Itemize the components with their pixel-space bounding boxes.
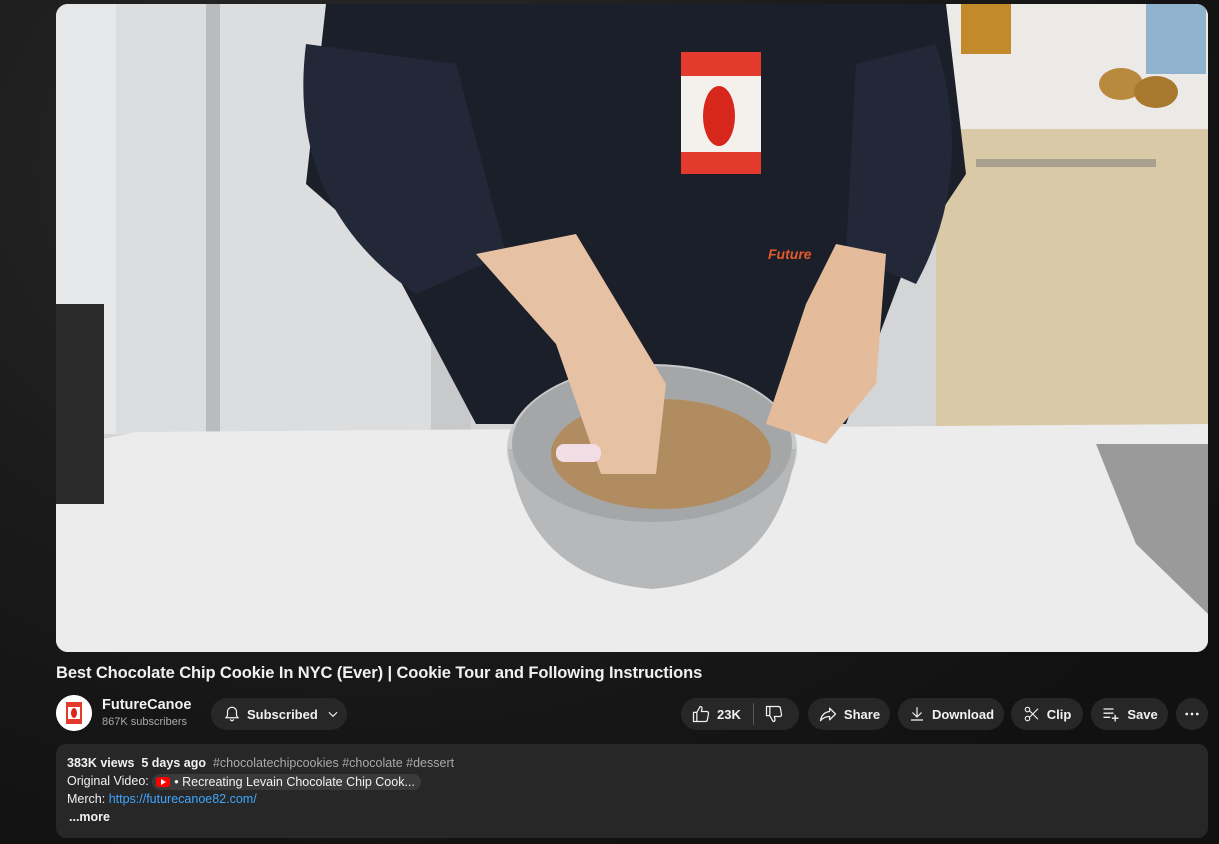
- video-player[interactable]: Future: [56, 4, 1208, 652]
- hashtags[interactable]: #chocolatechipcookies #chocolate #desser…: [213, 756, 454, 770]
- dislike-icon[interactable]: [764, 704, 784, 724]
- merch-link[interactable]: https://futurecanoe82.com/: [109, 792, 257, 806]
- original-video-link[interactable]: • Recreating Levain Chocolate Chip Cook.…: [152, 773, 421, 790]
- channel-avatar[interactable]: [56, 695, 92, 731]
- original-video-title: • Recreating Levain Chocolate Chip Cook.…: [174, 774, 415, 789]
- add-to-playlist-icon: [1103, 708, 1119, 722]
- video-title: Best Chocolate Chip Cookie In NYC (Ever)…: [56, 664, 703, 682]
- subscriber-count: 867K subscribers: [102, 716, 187, 728]
- download-icon: [910, 707, 923, 721]
- share-label: Share: [843, 706, 881, 722]
- chevron-down-icon: [328, 711, 338, 718]
- description-stats-line: 383K views 5 days ago #chocolatechipcook…: [67, 754, 1197, 772]
- scissors-icon: [1024, 706, 1039, 722]
- description-box[interactable]: 383K views 5 days ago #chocolatechipcook…: [56, 744, 1208, 838]
- upload-date: 5 days ago: [141, 756, 206, 770]
- save-button[interactable]: Save: [1091, 698, 1168, 730]
- original-video-label: Original Video:: [67, 774, 149, 788]
- share-button[interactable]: Share: [808, 698, 890, 730]
- like-icon[interactable]: [691, 704, 711, 724]
- like-count[interactable]: 23K: [717, 707, 741, 722]
- channel-logo-icon: [56, 695, 92, 731]
- view-count: 383K views: [67, 756, 135, 770]
- video-frame: Future: [56, 4, 1208, 652]
- download-button[interactable]: Download: [898, 698, 1004, 730]
- like-dislike-group: 23K: [681, 698, 799, 730]
- subscribe-button[interactable]: Subscribed: [211, 698, 347, 730]
- clip-button[interactable]: Clip: [1011, 698, 1083, 730]
- description-original-line: Original Video: • Recreating Levain Choc…: [67, 772, 1197, 790]
- channel-name[interactable]: FutureCanoe: [102, 696, 191, 714]
- like-divider: [752, 703, 754, 725]
- more-actions-button[interactable]: [1176, 698, 1208, 730]
- subscribe-label: Subscribed: [247, 706, 318, 722]
- description-merch-line: Merch: https://futurecanoe82.com/: [67, 790, 1197, 808]
- more-horizontal-icon: [1185, 712, 1199, 716]
- share-icon: [819, 707, 837, 722]
- youtube-icon: [156, 776, 171, 787]
- svg-text:Future: Future: [768, 246, 812, 262]
- bell-icon: [224, 706, 240, 722]
- merch-label: Merch:: [67, 792, 106, 806]
- download-label: Download: [931, 706, 995, 722]
- channel-owner: FutureCanoe 867K subscribers: [56, 695, 191, 731]
- save-label: Save: [1127, 706, 1158, 722]
- show-more-button[interactable]: ...more: [69, 810, 110, 824]
- clip-label: Clip: [1046, 706, 1072, 722]
